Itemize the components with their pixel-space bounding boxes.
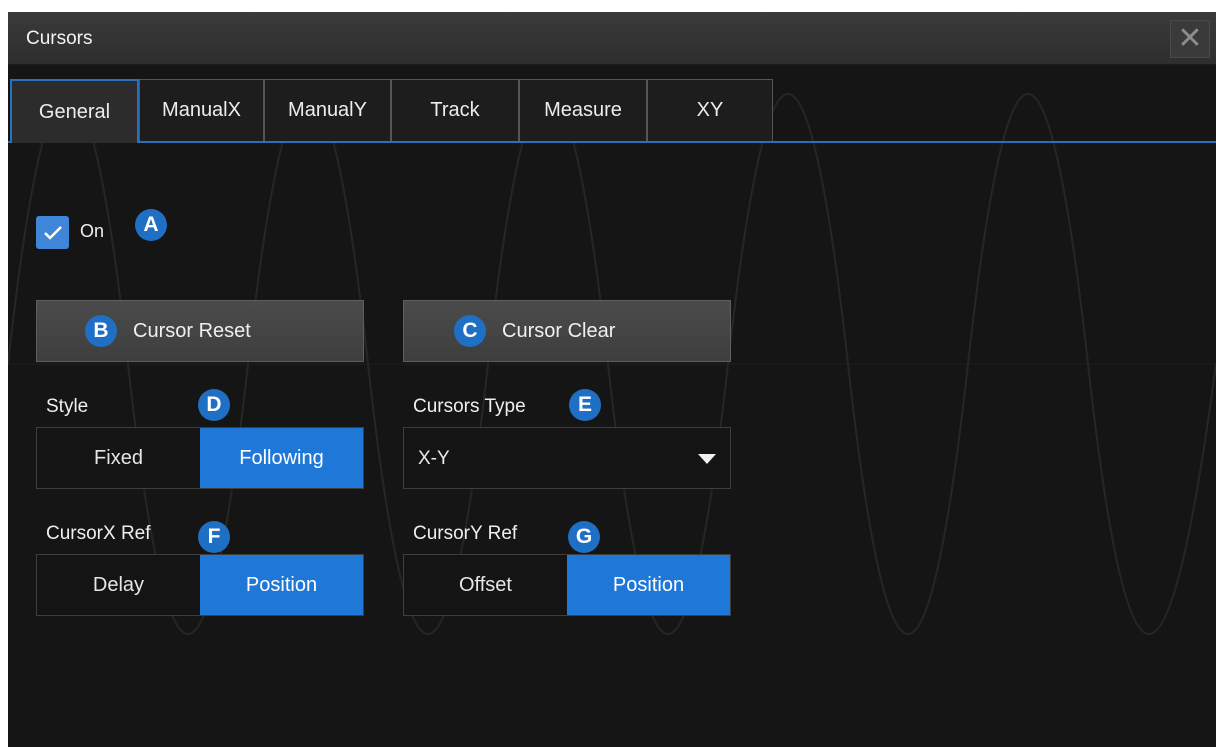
cursors-type-label: Cursors Type (413, 396, 526, 417)
cursory-ref-option-offset[interactable]: Offset (404, 555, 567, 615)
cursorx-ref-option-delay[interactable]: Delay (37, 555, 200, 615)
style-option-following[interactable]: Following (200, 428, 363, 488)
tab-label: Measure (544, 99, 622, 121)
marker-e: E (569, 389, 601, 421)
marker-a: A (135, 209, 167, 241)
cursors-type-select[interactable]: X-Y (403, 427, 731, 489)
cursor-reset-label: Cursor Reset (133, 320, 251, 342)
background-waveform (8, 93, 1216, 635)
tab-xy[interactable]: XY (647, 79, 773, 141)
dropdown-arrow-icon (698, 454, 716, 464)
on-label: On (80, 221, 105, 241)
tab-label: XY (696, 99, 724, 121)
tab-label: Track (430, 99, 480, 121)
cursorx-ref-label: CursorX Ref (46, 523, 151, 544)
tab-track[interactable]: Track (391, 79, 519, 141)
style-segmented-control: Fixed Following (36, 427, 364, 489)
cursor-clear-label: Cursor Clear (502, 320, 616, 342)
on-checkbox[interactable] (36, 216, 69, 249)
marker-b: B (85, 315, 117, 347)
title-bar: Cursors ✕ (8, 12, 1216, 65)
tab-manualy[interactable]: ManualY (264, 79, 391, 141)
tab-label: General (38, 100, 111, 123)
tab-label: ManualX (162, 99, 241, 121)
cursorx-ref-segmented-control: Delay Position (36, 554, 364, 616)
style-label: Style (46, 396, 89, 417)
cursory-ref-segmented-control: Offset Position (403, 554, 731, 616)
checkmark-icon (43, 225, 62, 240)
marker-d: D (198, 389, 230, 421)
close-icon[interactable]: ✕ (1170, 20, 1210, 58)
tab-label: ManualY (288, 99, 367, 121)
cursory-ref-label: CursorY Ref (413, 523, 518, 544)
cursorx-ref-option-position[interactable]: Position (200, 555, 363, 615)
cursors-dialog: Cursors ✕ General ManualX ManualY Track … (8, 12, 1216, 747)
style-option-fixed[interactable]: Fixed (37, 428, 200, 488)
marker-g: G (568, 521, 600, 553)
marker-f: F (198, 521, 230, 553)
dialog-title: Cursors (26, 28, 93, 49)
marker-c: C (454, 315, 486, 347)
tab-bar: General ManualX ManualY Track Measure XY (8, 79, 1216, 143)
cursor-clear-button[interactable]: C Cursor Clear (403, 300, 731, 362)
tab-measure[interactable]: Measure (519, 79, 647, 141)
cursor-reset-button[interactable]: B Cursor Reset (36, 300, 364, 362)
cursors-type-value: X-Y (418, 448, 450, 469)
cursory-ref-option-position[interactable]: Position (567, 555, 730, 615)
tab-general[interactable]: General (10, 79, 139, 143)
tab-manualx[interactable]: ManualX (139, 79, 264, 141)
